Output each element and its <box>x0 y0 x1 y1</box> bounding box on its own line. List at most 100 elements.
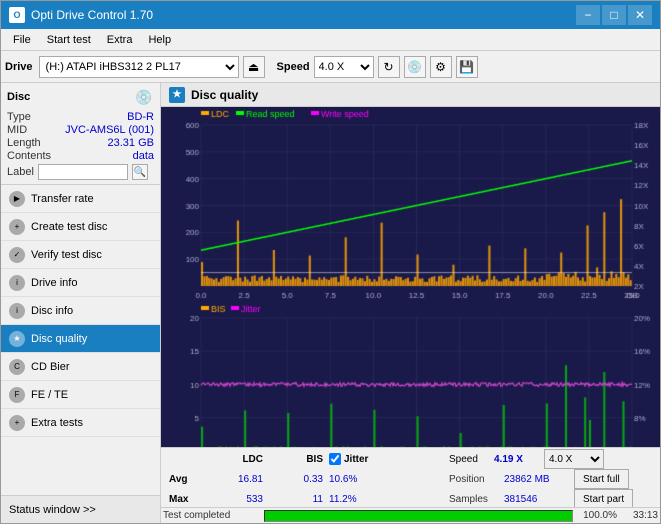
bottom-chart <box>161 302 660 447</box>
main-area: Disc 💿 Type BD-R MID JVC-AMS6L (001) Len… <box>1 83 660 523</box>
disc-type-row: Type BD-R <box>7 111 154 123</box>
sidebar-item-verify-test-disc[interactable]: ✓ Verify test disc <box>1 241 160 269</box>
app-icon: O <box>9 7 25 23</box>
disc-contents-row: Contents data <box>7 150 154 162</box>
max-bis: 11 <box>269 494 329 505</box>
menu-start-test[interactable]: Start test <box>39 32 99 48</box>
sidebar-item-fe-te-label: FE / TE <box>31 389 68 401</box>
progress-bar-container: Test completed 100.0% 33:13 <box>161 507 660 523</box>
sidebar-item-disc-quality-label: Disc quality <box>31 333 87 345</box>
sidebar: Disc 💿 Type BD-R MID JVC-AMS6L (001) Len… <box>1 83 161 523</box>
title-bar: O Opti Drive Control 1.70 − □ ✕ <box>1 1 660 29</box>
sidebar-item-fe-te[interactable]: F FE / TE <box>1 381 160 409</box>
window-controls: − □ ✕ <box>576 5 652 25</box>
speed-select[interactable]: 4.0 X <box>314 56 374 78</box>
start-part-button[interactable]: Start part <box>574 489 633 509</box>
close-button[interactable]: ✕ <box>628 5 652 25</box>
disc-label-label: Label <box>7 166 34 178</box>
max-label: Max <box>169 494 204 505</box>
drive-select[interactable]: (H:) ATAPI iHBS312 2 PL17 <box>39 56 239 78</box>
sidebar-item-verify-test-disc-label: Verify test disc <box>31 249 102 261</box>
extra-tests-icon: + <box>9 415 25 431</box>
disc-section-title: Disc <box>7 91 30 103</box>
col-header-bis: BIS <box>269 454 329 465</box>
sidebar-item-create-test-disc-label: Create test disc <box>31 221 107 233</box>
verify-test-disc-icon: ✓ <box>9 247 25 263</box>
samples-value: 381546 <box>504 494 574 505</box>
eject-button[interactable]: ⏏ <box>243 56 265 78</box>
disc-mid-row: MID JVC-AMS6L (001) <box>7 124 154 136</box>
jitter-header-container: Jitter <box>329 453 449 465</box>
minimize-button[interactable]: − <box>576 5 600 25</box>
col-header-jitter: Jitter <box>344 454 368 465</box>
sidebar-item-disc-quality[interactable]: ★ Disc quality <box>1 325 160 353</box>
avg-bis: 0.33 <box>269 474 329 485</box>
menu-help[interactable]: Help <box>140 32 179 48</box>
speed-label: Speed <box>277 61 310 73</box>
disc-label-button[interactable]: 🔍 <box>132 164 148 180</box>
window-title: Opti Drive Control 1.70 <box>31 8 576 22</box>
disc-length-row: Length 23.31 GB <box>7 137 154 149</box>
sidebar-item-transfer-rate-label: Transfer rate <box>31 193 94 205</box>
top-chart <box>161 107 660 302</box>
disc-mid-label: MID <box>7 124 27 136</box>
jitter-checkbox[interactable] <box>329 453 341 465</box>
samples-label: Samples <box>449 494 504 505</box>
disc-button[interactable]: 💿 <box>404 56 426 78</box>
status-window-button[interactable]: Status window >> <box>1 495 160 523</box>
sidebar-item-drive-info[interactable]: i Drive info <box>1 269 160 297</box>
disc-quality-title: Disc quality <box>191 88 258 102</box>
progress-bar-outer <box>264 510 573 522</box>
max-jitter: 11.2% <box>329 494 449 505</box>
progress-bar-inner <box>265 511 572 521</box>
transfer-rate-icon: ▶ <box>9 191 25 207</box>
drive-label: Drive <box>5 61 33 73</box>
toolbar: Drive (H:) ATAPI iHBS312 2 PL17 ⏏ Speed … <box>1 51 660 83</box>
sidebar-item-drive-info-label: Drive info <box>31 277 77 289</box>
avg-ldc: 16.81 <box>204 474 269 485</box>
disc-quality-header: ★ Disc quality <box>161 83 660 107</box>
settings-button[interactable]: ⚙ <box>430 56 452 78</box>
menu-file[interactable]: File <box>5 32 39 48</box>
disc-header: Disc 💿 <box>7 87 154 107</box>
disc-type-value: BD-R <box>127 111 154 123</box>
save-button[interactable]: 💾 <box>456 56 478 78</box>
maximize-button[interactable]: □ <box>602 5 626 25</box>
col-header-ldc: LDC <box>204 454 269 465</box>
disc-quality-icon: ★ <box>9 331 25 347</box>
sidebar-item-disc-info-label: Disc info <box>31 305 73 317</box>
sidebar-item-extra-tests[interactable]: + Extra tests <box>1 409 160 437</box>
sidebar-item-extra-tests-label: Extra tests <box>31 417 83 429</box>
sidebar-item-transfer-rate[interactable]: ▶ Transfer rate <box>1 185 160 213</box>
main-window: O Opti Drive Control 1.70 − □ ✕ File Sta… <box>0 0 661 524</box>
position-label: Position <box>449 474 504 485</box>
refresh-button[interactable]: ↻ <box>378 56 400 78</box>
charts-area <box>161 107 660 447</box>
disc-contents-value: data <box>133 150 154 162</box>
create-test-disc-icon: + <box>9 219 25 235</box>
fe-te-icon: F <box>9 387 25 403</box>
progress-time: 33:13 <box>623 510 658 521</box>
progress-status: Test completed <box>163 510 258 521</box>
max-ldc: 533 <box>204 494 269 505</box>
speed-header-value: 4.19 X <box>494 454 544 465</box>
sidebar-item-cd-bier-label: CD Bier <box>31 361 70 373</box>
drive-info-icon: i <box>9 275 25 291</box>
speed-dropdown[interactable]: 4.0 X <box>544 449 604 469</box>
disc-mid-value: JVC-AMS6L (001) <box>65 124 154 136</box>
disc-length-label: Length <box>7 137 41 149</box>
avg-jitter: 10.6% <box>329 474 449 485</box>
disc-label-input[interactable] <box>38 164 128 180</box>
position-value: 23862 MB <box>504 474 574 485</box>
progress-percent: 100.0% <box>579 510 617 521</box>
disc-length-value: 23.31 GB <box>108 137 154 149</box>
sidebar-item-cd-bier[interactable]: C CD Bier <box>1 353 160 381</box>
sidebar-item-create-test-disc[interactable]: + Create test disc <box>1 213 160 241</box>
start-full-button[interactable]: Start full <box>574 469 629 489</box>
sidebar-item-disc-info[interactable]: i Disc info <box>1 297 160 325</box>
disc-label-row: Label 🔍 <box>7 164 154 180</box>
disc-quality-header-icon: ★ <box>169 87 185 103</box>
menu-extra[interactable]: Extra <box>99 32 141 48</box>
disc-icon: 💿 <box>134 87 154 107</box>
menu-bar: File Start test Extra Help <box>1 29 660 51</box>
